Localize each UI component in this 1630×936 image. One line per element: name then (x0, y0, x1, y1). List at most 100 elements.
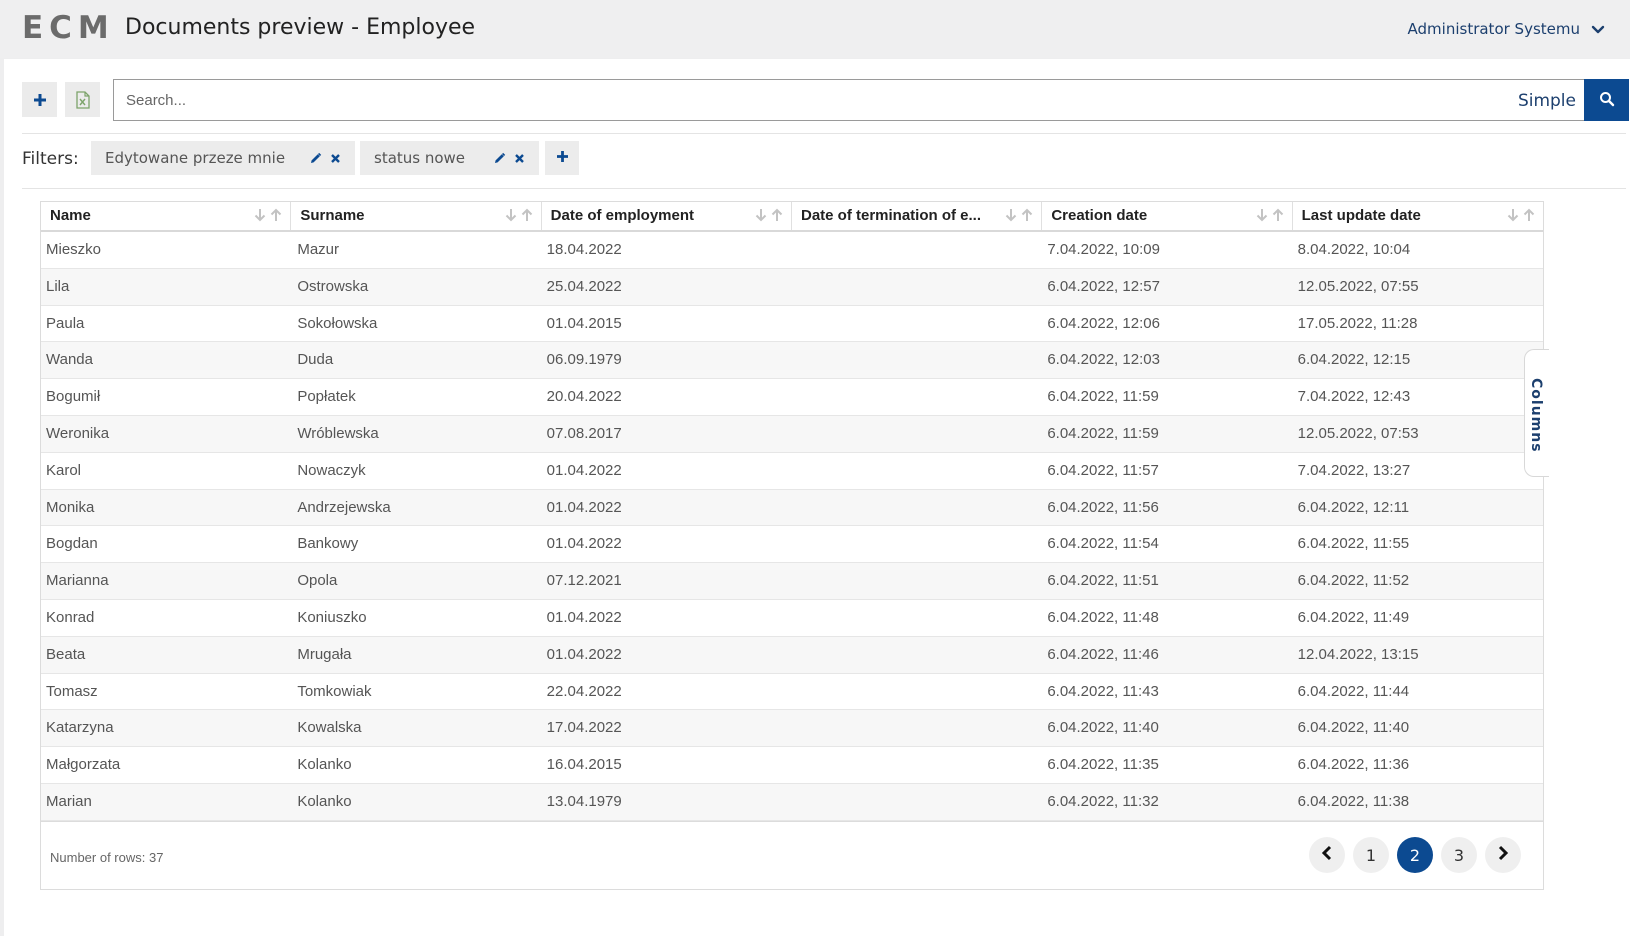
table-row[interactable]: Karol Nowaczyk 01.04.2022 6.04.2022, 11:57 7… (41, 453, 1543, 490)
table-cell: 07.12.2021 (546, 572, 622, 590)
column-header-label: Surname (300, 207, 365, 224)
table-cell: Wanda (46, 351, 93, 369)
user-name: Administrator Systemu (1407, 20, 1580, 38)
table-cell: Weronika (46, 424, 110, 442)
table-cell: Duda (297, 351, 334, 369)
filter-chip[interactable]: Edytowane przeze mnie (91, 141, 355, 175)
export-excel-button[interactable] (65, 82, 100, 117)
arrow-up-icon[interactable] (521, 208, 533, 222)
columns-panel-toggle[interactable]: Columns (1524, 349, 1549, 477)
page-title: Documents preview - Employee (125, 15, 476, 40)
table-cell: 6.04.2022, 12:03 (1047, 351, 1160, 369)
table-cell: 6.04.2022, 11:52 (1297, 572, 1410, 590)
pencil-icon[interactable] (305, 148, 325, 168)
arrow-up-icon[interactable] (1523, 208, 1535, 222)
chevron-left-icon (1320, 845, 1334, 865)
table-cell (792, 784, 1042, 820)
filter-chip-label: Edytowane przeze mnie (105, 149, 286, 167)
table-cell: 6.04.2022, 12:11 (1297, 498, 1410, 516)
arrow-up-icon[interactable] (270, 208, 282, 222)
column-header[interactable]: Date of employment (542, 202, 792, 230)
column-header[interactable]: Last update date (1293, 202, 1543, 230)
table-cell: Mrugała (297, 645, 352, 663)
close-icon[interactable] (509, 148, 529, 168)
page-button-3[interactable]: 3 (1441, 837, 1477, 873)
next-page-button[interactable] (1485, 837, 1521, 873)
table-cell (792, 637, 1042, 673)
table-cell: 6.04.2022, 11:51 (1047, 572, 1159, 590)
column-header[interactable]: Name (41, 202, 292, 230)
search-button[interactable] (1584, 79, 1629, 121)
table-cell: Tomasz (46, 682, 98, 700)
column-header-label: Creation date (1051, 207, 1148, 224)
chevron-right-icon (1496, 845, 1510, 865)
table-row[interactable]: Monika Andrzejewska 01.04.2022 6.04.2022, 1… (41, 489, 1543, 527)
table-row[interactable]: Mieszko Mazur 18.04.2022 7.04.2022, 10:09 8.… (41, 232, 1543, 269)
column-header[interactable]: Creation date (1042, 202, 1293, 230)
table-cell: Wróblewska (297, 424, 379, 442)
table-cell: 6.04.2022, 11:32 (1047, 792, 1159, 810)
table-row[interactable]: Lila Ostrowska 25.04.2022 6.04.2022, 12:57 1… (41, 268, 1543, 306)
table-cell (792, 490, 1042, 526)
add-document-button[interactable] (22, 82, 57, 117)
page-button-1[interactable]: 1 (1353, 837, 1389, 873)
column-header-label: Name (50, 207, 91, 224)
search-input[interactable] (114, 80, 1444, 120)
table-cell: Koniuszko (297, 608, 367, 626)
search-mode-toggle[interactable]: Simple (1518, 91, 1576, 111)
arrow-down-icon[interactable] (755, 208, 767, 222)
table-cell: 22.04.2022 (546, 682, 622, 700)
arrow-up-icon[interactable] (1021, 208, 1033, 222)
table-row[interactable]: Weronika Wróblewska 07.08.2017 6.04.2022, 1… (41, 415, 1543, 453)
table-cell: Andrzejewska (297, 498, 391, 516)
table-row[interactable]: Marian Kolanko 13.04.1979 6.04.2022, 11:32 6… (41, 783, 1543, 821)
table-row[interactable]: Paula Sokołowska 01.04.2015 6.04.2022, 12:0… (41, 306, 1543, 343)
column-header[interactable]: Surname (291, 202, 542, 230)
table-row[interactable]: Bogumił Popłatek 20.04.2022 6.04.2022, 11:5… (41, 379, 1543, 416)
pencil-icon[interactable] (489, 148, 509, 168)
prev-page-button[interactable] (1309, 837, 1345, 873)
table-row[interactable]: Tomasz Tomkowiak 22.04.2022 6.04.2022, 11:4… (41, 674, 1543, 711)
filter-chip[interactable]: status nowe (360, 141, 539, 175)
table-cell (792, 453, 1042, 489)
filter-chip-label: status nowe (374, 149, 466, 167)
table-cell: Konrad (46, 608, 95, 626)
sort-controls (1005, 208, 1033, 222)
table-cell (792, 674, 1042, 710)
close-icon[interactable] (325, 148, 345, 168)
arrow-down-icon[interactable] (1507, 208, 1519, 222)
table-row[interactable]: Beata Mrugała 01.04.2022 6.04.2022, 11:46 12… (41, 636, 1543, 674)
table-row[interactable]: Bogdan Bankowy 01.04.2022 6.04.2022, 11:54 6… (41, 526, 1543, 564)
table-cell: 17.04.2022 (546, 719, 622, 737)
table-cell: 01.04.2022 (546, 498, 622, 516)
page-button-2[interactable]: 2 (1397, 837, 1433, 873)
arrow-down-icon[interactable] (1256, 208, 1268, 222)
arrow-down-icon[interactable] (254, 208, 266, 222)
column-header[interactable]: Date of termination of e... (792, 202, 1043, 230)
table-cell (792, 563, 1042, 599)
user-menu[interactable]: Administrator Systemu (1408, 20, 1606, 38)
table-cell: 20.04.2022 (546, 388, 622, 406)
table-cell: Katarzyna (46, 719, 114, 737)
table-cell: 6.04.2022, 11:56 (1047, 498, 1159, 516)
arrow-down-icon[interactable] (505, 208, 517, 222)
column-header-label: Date of termination of e... (800, 207, 981, 224)
add-filter-button[interactable] (545, 141, 579, 175)
table-cell: 12.05.2022, 07:55 (1297, 277, 1419, 295)
table-row[interactable]: Wanda Duda 06.09.1979 6.04.2022, 12:03 6.04.… (41, 342, 1543, 380)
table-cell: Tomkowiak (297, 682, 372, 700)
table-cell: Popłatek (297, 388, 356, 406)
table-cell: 6.04.2022, 11:36 (1297, 756, 1410, 774)
table-row[interactable]: Małgorzata Kolanko 16.04.2015 6.04.2022, 11… (41, 747, 1543, 784)
sort-controls (254, 208, 282, 222)
table-row[interactable]: Katarzyna Kowalska 17.04.2022 6.04.2022, 11… (41, 710, 1543, 748)
table-cell: 18.04.2022 (546, 241, 622, 258)
arrow-up-icon[interactable] (1272, 208, 1284, 222)
arrow-up-icon[interactable] (771, 208, 783, 222)
arrow-down-icon[interactable] (1005, 208, 1017, 222)
filters-label: Filters: (22, 149, 79, 169)
table-row[interactable]: Konrad Koniuszko 01.04.2022 6.04.2022, 11:4… (41, 600, 1543, 637)
table-cell (792, 416, 1042, 452)
column-header-label: Last update date (1301, 207, 1421, 224)
table-row[interactable]: Marianna Opola 07.12.2021 6.04.2022, 11:51 6… (41, 563, 1543, 600)
